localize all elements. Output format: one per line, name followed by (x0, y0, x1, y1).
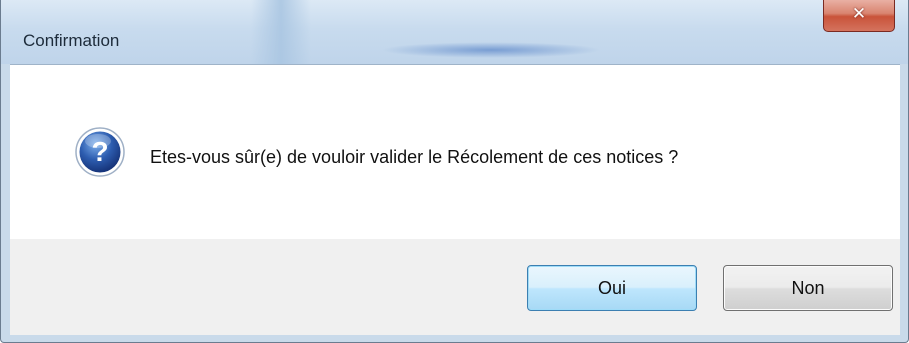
confirmation-dialog: Confirmation ✕ ? Etes-vous sûr(e) de vou… (0, 0, 909, 343)
confirmation-message: Etes-vous sûr(e) de vouloir valider le R… (150, 147, 679, 167)
yes-button[interactable]: Oui (527, 265, 697, 311)
close-icon: ✕ (851, 4, 867, 23)
background-blur-text (381, 42, 601, 58)
question-icon: ? (75, 127, 125, 177)
message-area: ? Etes-vous sûr(e) de vouloir valider le… (10, 64, 900, 240)
no-button[interactable]: Non (723, 265, 893, 311)
background-blur (251, 0, 311, 64)
dialog-title: Confirmation (23, 31, 120, 50)
close-button[interactable]: ✕ (823, 0, 895, 32)
svg-text:?: ? (91, 136, 108, 167)
title-bar[interactable]: Confirmation ✕ (1, 0, 908, 64)
